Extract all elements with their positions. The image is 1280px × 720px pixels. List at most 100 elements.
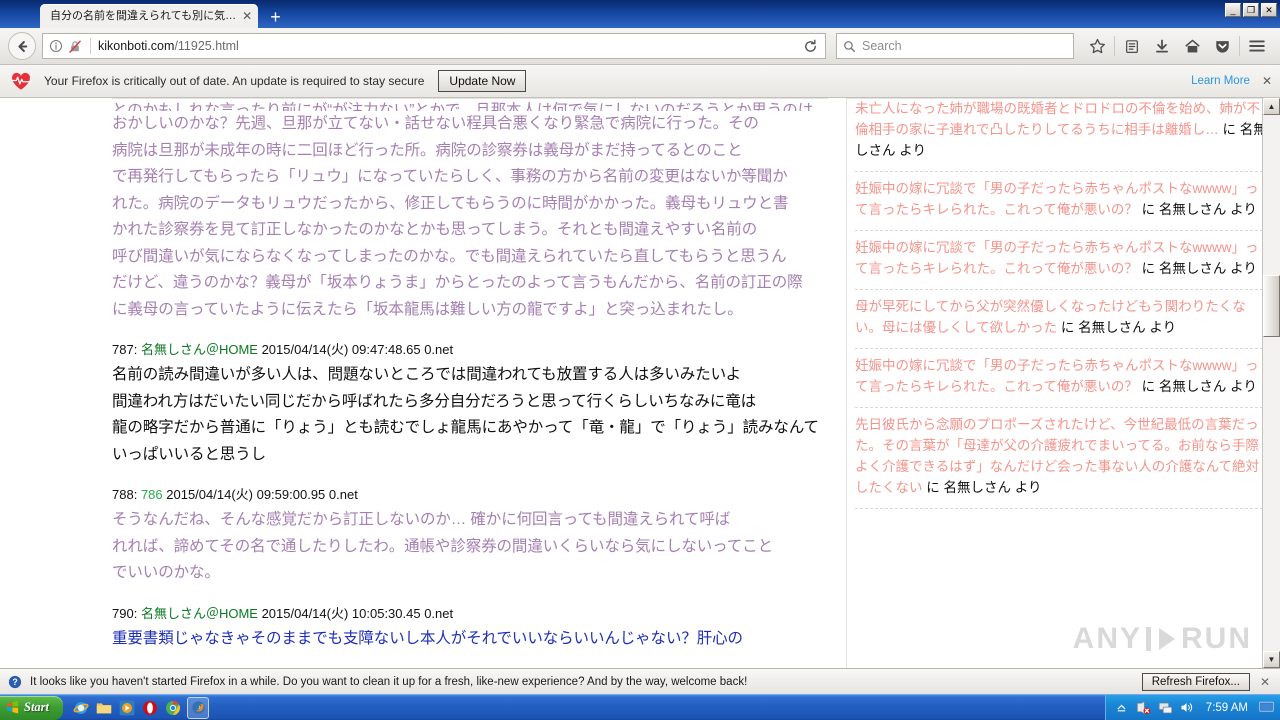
minimize-button[interactable]: _: [1225, 3, 1241, 17]
update-now-button[interactable]: Update Now: [438, 70, 527, 92]
internet-explorer-icon[interactable]: [73, 700, 89, 716]
thread-column: とのかもしれな言ったり前にが“が注力ない”とかで、旦那本人は何で気にしないのだろ…: [0, 98, 846, 668]
library-icon[interactable]: [1117, 32, 1147, 60]
window-controls: _ ❐ ✕: [1225, 3, 1277, 17]
url-divider: [90, 38, 91, 54]
learn-more-link[interactable]: Learn More: [1191, 75, 1250, 87]
new-tab-button[interactable]: +: [258, 8, 293, 28]
update-message: Your Firefox is critically out of date. …: [44, 74, 425, 88]
refresh-firefox-button[interactable]: Refresh Firefox...: [1141, 672, 1250, 691]
sidebar-author: に 名無しさん より: [1141, 261, 1257, 276]
post-line: でいいのかな。: [112, 564, 220, 581]
scroll-up-button[interactable]: ▲: [1263, 98, 1280, 115]
post-body: 名前の読み間違いが多い人は、問題ないところでは間違われても放置する人は多いみたい…: [112, 362, 828, 468]
pocket-icon[interactable]: [1207, 32, 1237, 60]
reload-button[interactable]: [797, 33, 823, 59]
post-timestamp: 2015/04/14(火) 09:59:00.95 0.net: [166, 487, 358, 502]
close-button[interactable]: ✕: [1261, 3, 1277, 17]
menu-icon[interactable]: [1242, 32, 1272, 60]
firefox-icon[interactable]: [187, 696, 210, 719]
list-item[interactable]: 妊娠中の嫁に冗談で「男の子だったら赤ちゃんポストなwwww」って言ったらキレられ…: [855, 349, 1262, 408]
question-icon: ?: [8, 675, 22, 689]
star-icon[interactable]: [1082, 32, 1112, 60]
info-icon[interactable]: [49, 39, 63, 53]
quote-line: れた。病院のデータもリュウだったから、修正してもらうのに時間がかかった。義母もリ…: [112, 194, 789, 212]
network-blocked-icon[interactable]: [1136, 700, 1151, 715]
chrome-icon[interactable]: [165, 700, 181, 716]
media-player-icon[interactable]: [119, 700, 135, 716]
quote-line: で再発行してもらったら「リュウ」になっていたらしく、事務の方から名前の変更はない…: [112, 168, 788, 185]
post-author[interactable]: 名無しさん＠HOME: [141, 342, 258, 357]
post-number: 790:: [112, 605, 138, 621]
tab-title: 自分の名前を間違えられても別に気…: [50, 10, 237, 22]
start-label: Start: [24, 700, 50, 714]
heartbeat-icon: [10, 71, 32, 91]
back-button[interactable]: [8, 32, 36, 60]
post-line: そうなんだね、そんな感覚だから訂正しないのか… 確かに何回言っても間違えられて呼…: [112, 511, 731, 528]
scrollbar-thumb[interactable]: [1263, 275, 1280, 337]
folder-icon[interactable]: [96, 700, 112, 716]
browser-tab[interactable]: 自分の名前を間違えられても別に気… ✕: [40, 4, 259, 28]
post-line: 間違われ方はだいたい同じだから呼ばれたら多分自分だろうと思って行くらしいちなみに…: [112, 392, 757, 410]
url-text: kikonboti.com/11925.html: [98, 39, 239, 53]
downloads-icon[interactable]: [1147, 32, 1177, 60]
maximize-button[interactable]: ❐: [1243, 3, 1259, 17]
volume-icon[interactable]: [1180, 700, 1195, 715]
post-timestamp: 2015/04/14(火) 10:05:30.45 0.net: [261, 605, 454, 621]
list-item[interactable]: 妊娠中の嫁に冗談で「男の子だったら赤ちゃんポストなwwww」って言ったらキレられ…: [855, 172, 1262, 231]
quote-line: かれた診察券を見て訂正しなかったのかなとかも思ってしまう。それとも間違えやすい名…: [112, 221, 758, 238]
url-path: /11925.html: [174, 39, 239, 53]
quote-line: に義母の言っていたように伝えたら「坂本龍馬は難しい方の龍ですよ」と突っ込まれたし…: [112, 300, 743, 318]
post-body: 重要書類じゃなきゃそのままでも支障ないし本人がそれでいいならいいんじゃない？肝心…: [112, 626, 828, 653]
post-line: 龍の略字だから普通に「りょう」とも読むでしょ龍馬にあやかって「竜・龍」で「りょう…: [112, 419, 819, 436]
scroll-down-button[interactable]: ▼: [1263, 651, 1280, 668]
post-body: そうなんだね、そんな感覚だから訂正しないのか… 確かに何回言っても間違えられて呼…: [112, 507, 828, 587]
post-author[interactable]: 名無しさん＠HOME: [141, 606, 258, 621]
quote-clipped-line: とのかもしれな言ったり前にが“が注力ない”とかで、旦那本人は何で気にしないのだろ…: [112, 102, 814, 111]
post-reply-ref[interactable]: 786: [141, 487, 163, 502]
list-item[interactable]: 未亡人になった姉が職場の既婚者とドロドロの不倫を始め、姉が不倫相手の家に子連れで…: [855, 98, 1262, 172]
sidebar-author: に 名無しさん より: [926, 480, 1042, 495]
sidebar-link[interactable]: 先日彼氏から念願のプロポーズされたけど、今世紀最低の言葉だった。その言葉が「母達…: [855, 417, 1259, 495]
close-refresh-bar-icon[interactable]: ✕: [1260, 675, 1270, 689]
sidebar-link[interactable]: 母が早死にしてから父が突然優しくなったけどもう関わりたくない。母には優しくして欲…: [855, 299, 1246, 335]
toolbar-divider-2: [1239, 36, 1240, 56]
post-header: 787: 名無しさん＠HOME 2015/04/14(火) 09:47:48.6…: [112, 340, 828, 360]
quoted-post: とのかもしれな言ったり前にが“が注力ない”とかで、旦那本人は何で気にしないのだろ…: [112, 98, 828, 323]
post-header: 788: 786 2015/04/14(火) 09:59:00.95 0.net: [112, 485, 828, 505]
windows-logo-icon: [5, 700, 20, 715]
browser-window: 自分の名前を間違えられても別に気… ✕ + _ ❐ ✕ kikonboti.co…: [0, 0, 1280, 720]
scrollbar-track[interactable]: [1263, 115, 1280, 651]
refresh-firefox-bar: ? It looks like you haven't started Fire…: [0, 668, 1280, 694]
search-icon: [843, 40, 856, 53]
chevron-up-icon[interactable]: [1114, 700, 1129, 715]
tab-strip: 自分の名前を間違えられても別に気… ✕ + _ ❐ ✕: [0, 0, 1280, 28]
home-icon[interactable]: [1177, 32, 1207, 60]
list-item[interactable]: 先日彼氏から念願のプロポーズされたけど、今世紀最低の言葉だった。その言葉が「母達…: [855, 408, 1262, 509]
close-notification-icon[interactable]: ✕: [1262, 74, 1272, 88]
vertical-scrollbar[interactable]: ▲ ▼: [1262, 98, 1280, 668]
toolbar-divider: [1114, 36, 1115, 56]
page-content: とのかもしれな言ったり前にが“が注力ない”とかで、旦那本人は何で気にしないのだろ…: [0, 98, 1262, 668]
list-item[interactable]: 妊娠中の嫁に冗談で「男の子だったら赤ちゃんポストなwwww」って言ったらキレられ…: [855, 231, 1262, 290]
start-button[interactable]: Start: [0, 695, 64, 720]
page-viewport: とのかもしれな言ったり前にが“が注力ない”とかで、旦那本人は何で気にしないのだろ…: [0, 98, 1280, 668]
list-item[interactable]: 母が早死にしてから父が突然優しくなったけどもう関わりたくない。母には優しくして欲…: [855, 290, 1262, 349]
tab-close-icon[interactable]: ✕: [242, 10, 252, 22]
url-bar[interactable]: kikonboti.com/11925.html: [42, 33, 826, 59]
search-placeholder: Search: [862, 39, 902, 53]
opera-icon[interactable]: [142, 700, 158, 716]
system-tray: 7:59 AM: [1104, 694, 1280, 720]
post-line: れれば、諦めてその名で通したりしたわ。通帳や診察券の間違いくらいなら気にしないっ…: [112, 537, 773, 555]
svg-text:?: ?: [12, 677, 17, 687]
sidebar-link[interactable]: 未亡人になった姉が職場の既婚者とドロドロの不倫を始め、姉が不倫相手の家に子連れで…: [855, 101, 1260, 137]
update-notification-bar: Your Firefox is critically out of date. …: [0, 65, 1280, 98]
search-input[interactable]: Search: [836, 33, 1074, 59]
post-number: 788:: [112, 487, 138, 502]
crossed-lock-icon[interactable]: [68, 39, 82, 54]
desktop-icon[interactable]: [1259, 700, 1274, 715]
post-line: いっぱいいると思うし: [112, 445, 267, 463]
sidebar-author: に 名無しさん より: [1141, 202, 1257, 217]
computer-icon[interactable]: [1158, 700, 1173, 715]
sidebar-author: に 名無しさん より: [1141, 379, 1257, 394]
